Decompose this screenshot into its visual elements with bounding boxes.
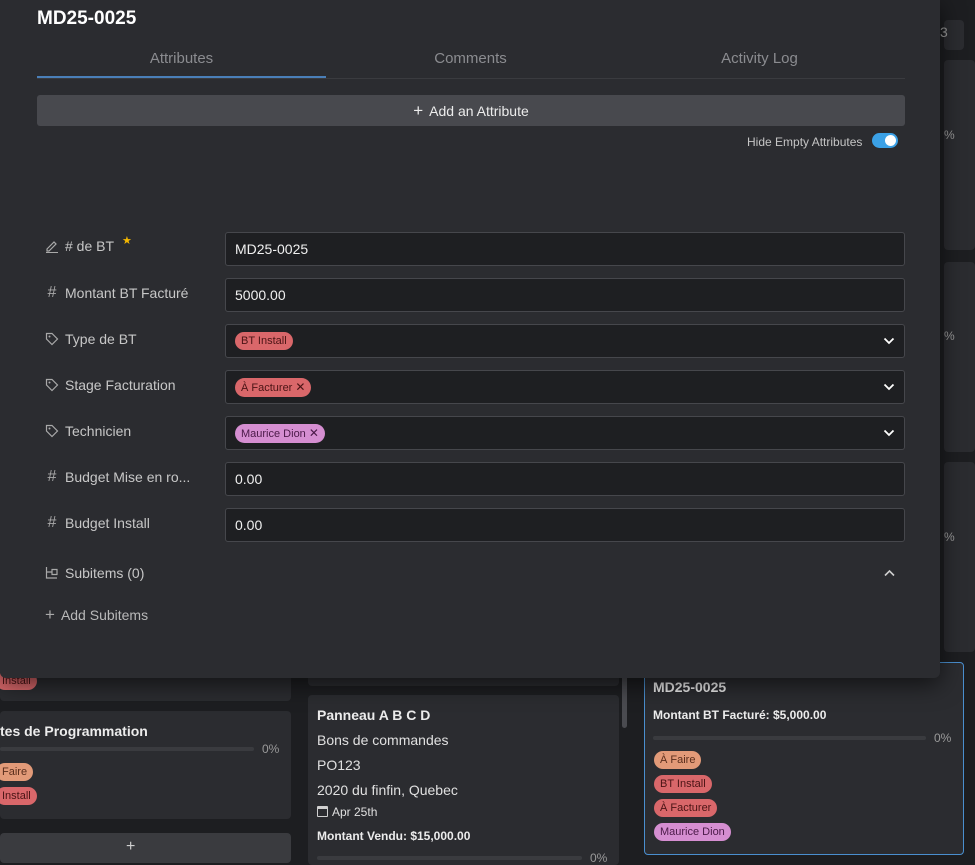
budget-mise-input[interactable]: 0.00 bbox=[225, 462, 905, 496]
board-card[interactable] bbox=[944, 262, 975, 452]
field-label: # Budget Mise en ro... bbox=[45, 468, 191, 485]
add-attribute-label: Add an Attribute bbox=[429, 102, 529, 119]
hash-icon: # bbox=[47, 514, 57, 531]
card-tag: À Faire bbox=[654, 751, 702, 769]
selected-tag-text: À Facturer bbox=[241, 381, 293, 394]
field-value: 0.00 bbox=[235, 517, 263, 533]
subitems-tree-icon bbox=[45, 566, 59, 580]
field-value: 0.00 bbox=[235, 471, 263, 487]
budget-install-input[interactable]: 0.00 bbox=[225, 508, 905, 542]
remove-tag-icon[interactable]: ✕ bbox=[295, 380, 305, 394]
card-line: Bons de commandes bbox=[317, 732, 449, 748]
card-date: Apr 25th bbox=[332, 805, 378, 819]
card-tag: À Facturer bbox=[654, 799, 718, 817]
field-label-text: # de BT bbox=[65, 238, 115, 254]
card-tag: Faire bbox=[0, 763, 34, 781]
add-attribute-button[interactable]: + Add an Attribute bbox=[37, 95, 905, 126]
card-percent: 0% bbox=[262, 742, 280, 756]
hide-empty-toggle[interactable] bbox=[872, 133, 898, 148]
subitems-header[interactable]: Subitems (0) bbox=[45, 565, 144, 581]
item-detail-modal: MD25-0025 Attributes Comments Activity L… bbox=[0, 0, 940, 678]
board-card[interactable] bbox=[944, 462, 975, 652]
field-label: Technicien bbox=[45, 423, 131, 439]
card-montant: Montant Vendu: $15,000.00 bbox=[317, 829, 471, 843]
board-card[interactable]: Panneau A B C D Bons de commandes PO123 … bbox=[308, 695, 619, 865]
card-tag: BT Install bbox=[654, 775, 712, 793]
card-percent: % bbox=[944, 530, 955, 544]
field-label-text: Type de BT bbox=[65, 331, 137, 347]
card-title: Panneau A B C D bbox=[317, 707, 431, 723]
card-montant: Montant BT Facturé: $5,000.00 bbox=[653, 708, 827, 722]
card-line: PO123 bbox=[317, 757, 361, 773]
field-label-text: Budget Install bbox=[65, 515, 150, 531]
chevron-down-icon[interactable] bbox=[883, 335, 895, 347]
hash-icon: # bbox=[47, 468, 57, 485]
field-label: Stage Facturation bbox=[45, 377, 176, 393]
tab-activity-log[interactable]: Activity Log bbox=[615, 50, 904, 67]
plus-icon: + bbox=[126, 838, 136, 855]
modal-title: MD25-0025 bbox=[37, 8, 137, 29]
card-line: 2020 du finfin, Quebec bbox=[317, 782, 458, 798]
plus-icon: + bbox=[45, 605, 55, 624]
type-bt-select[interactable]: BT Install bbox=[225, 324, 905, 358]
progress-bar bbox=[317, 856, 582, 860]
hash-icon: # bbox=[47, 284, 57, 301]
column-scrollbar[interactable] bbox=[622, 670, 627, 728]
field-label: # Montant BT Facturé bbox=[45, 284, 189, 301]
calendar-icon bbox=[317, 806, 328, 817]
progress-bar bbox=[0, 747, 254, 751]
card-title: MD25-0025 bbox=[653, 679, 727, 695]
field-value: 5000.00 bbox=[235, 287, 286, 303]
tab-comments[interactable]: Comments bbox=[326, 50, 615, 67]
progress-bar bbox=[653, 736, 926, 740]
tab-attributes[interactable]: Attributes bbox=[37, 50, 326, 67]
tag-icon bbox=[45, 424, 59, 438]
tabs-divider bbox=[37, 78, 905, 79]
tag-icon bbox=[45, 378, 59, 392]
board-card-selected[interactable]: MD25-0025 Montant BT Facturé: $5,000.00 … bbox=[644, 662, 964, 855]
field-value: MD25-0025 bbox=[235, 241, 309, 257]
remove-tag-icon[interactable]: ✕ bbox=[309, 426, 319, 440]
board-card[interactable] bbox=[944, 60, 975, 250]
field-label-text: Budget Mise en ro... bbox=[65, 469, 191, 485]
field-label: # de BT ★ bbox=[45, 235, 132, 254]
card-percent: % bbox=[944, 128, 955, 142]
plus-icon: + bbox=[413, 100, 424, 120]
subitems-label: Subitems (0) bbox=[65, 565, 145, 581]
hide-empty-label: Hide Empty Attributes bbox=[747, 135, 863, 149]
field-label: Type de BT bbox=[45, 331, 137, 347]
card-tag: Maurice Dion bbox=[654, 823, 731, 841]
chevron-up-icon[interactable] bbox=[883, 567, 896, 579]
card-percent: 0% bbox=[934, 731, 952, 745]
add-subitems-button[interactable]: + Add Subitems bbox=[45, 605, 149, 624]
selected-tag-text: Maurice Dion bbox=[241, 427, 306, 440]
selected-tag: Maurice Dion ✕ bbox=[235, 423, 325, 443]
chevron-down-icon[interactable] bbox=[883, 427, 895, 439]
stage-facturation-select[interactable]: À Facturer ✕ bbox=[225, 370, 905, 404]
field-label: # Budget Install bbox=[45, 514, 150, 531]
field-label-text: Stage Facturation bbox=[65, 377, 176, 393]
bt-number-input[interactable]: MD25-0025 bbox=[225, 232, 905, 266]
edit-pencil-icon bbox=[45, 239, 59, 253]
card-percent: 0% bbox=[590, 851, 608, 865]
board-card[interactable]: tes de Programmation 0% Faire Install bbox=[0, 711, 291, 819]
selected-tag: BT Install bbox=[235, 332, 293, 350]
required-star-icon: ★ bbox=[122, 234, 132, 247]
montant-bt-input[interactable]: 5000.00 bbox=[225, 278, 905, 312]
active-tab-indicator bbox=[37, 76, 326, 78]
technicien-select[interactable]: Maurice Dion ✕ bbox=[225, 416, 905, 450]
tag-icon bbox=[45, 332, 59, 346]
card-percent: % bbox=[944, 329, 955, 343]
field-label-text: Technicien bbox=[65, 423, 132, 439]
column-count: 3 bbox=[940, 24, 948, 40]
card-tag: Install bbox=[0, 787, 37, 805]
chevron-down-icon[interactable] bbox=[883, 381, 895, 393]
field-label-text: Montant BT Facturé bbox=[65, 285, 189, 301]
selected-tag: À Facturer ✕ bbox=[235, 377, 312, 397]
card-title: tes de Programmation bbox=[0, 723, 148, 739]
add-subitems-label: Add Subitems bbox=[60, 607, 149, 623]
add-card-button[interactable]: + bbox=[0, 833, 291, 863]
